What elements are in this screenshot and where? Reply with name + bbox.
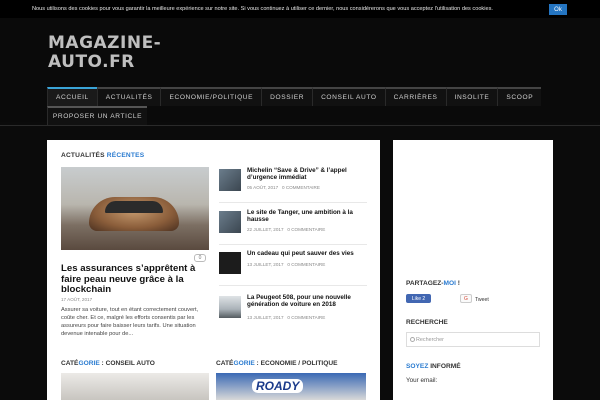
search-widget-title: RECHERCHE xyxy=(406,319,448,326)
list-item-comments[interactable]: 0 COMMENTAIRE xyxy=(287,262,325,267)
list-thumbnail[interactable] xyxy=(219,211,241,233)
nav-item-accueil[interactable]: ACCUEIL xyxy=(47,87,97,106)
list-item-title[interactable]: Un cadeau qui peut sauver des vies xyxy=(247,250,367,257)
cookie-text: Nous utilisons des cookies pour vous gar… xyxy=(32,6,493,12)
list-item-date: 05 AOÛT, 2017 xyxy=(247,185,279,190)
inform-title-part1: SOYEZ xyxy=(406,363,429,370)
category-prefix: CATÉ xyxy=(216,360,234,367)
list-item-date: 22 JUILLET, 2017 xyxy=(247,227,284,232)
sidebar: PARTAGEZ-MOI ! Like 2 G Tweet RECHERCHE … xyxy=(393,140,553,400)
section-title-part2: RÉCENTES xyxy=(104,152,145,159)
category-prefix: CATÉ xyxy=(61,360,79,367)
nav-item-conseil-auto[interactable]: CONSEIL AUTO xyxy=(312,87,385,106)
nav-item-insolite[interactable]: INSOLITE xyxy=(445,87,498,106)
list-item[interactable]: Michelin “Save & Drive” & l’appel d’urge… xyxy=(219,167,367,203)
category-image-economie[interactable]: ROADY xyxy=(216,373,366,400)
category-accent: GORIE xyxy=(78,360,100,367)
list-item-title[interactable]: La Peugeot 508, pour une nouvelle généra… xyxy=(247,294,367,308)
category-name[interactable]: : CONSEIL AUTO xyxy=(100,360,155,367)
category-accent: GORIE xyxy=(233,360,255,367)
category-name[interactable]: : ECONOMIE / POLITIQUE xyxy=(255,360,338,367)
roady-logo: ROADY xyxy=(252,379,304,393)
list-item-meta: 22 JUILLET, 2017 0 COMMENTAIRE xyxy=(247,227,325,232)
nav-row: ACCUEIL ACTUALITÉS ECONOMIE/POLITIQUE DO… xyxy=(47,87,542,106)
featured-image[interactable] xyxy=(61,167,209,250)
car-glass xyxy=(105,201,163,213)
list-item-title[interactable]: Michelin “Save & Drive” & l’appel d’urge… xyxy=(247,167,367,181)
list-item-comments[interactable]: 0 COMMENTAIRE xyxy=(287,315,325,320)
list-item-title[interactable]: Le site de Tanger, une ambition à la hau… xyxy=(247,209,367,223)
list-item-meta: 05 AOÛT, 2017 0 COMMENTAIRE xyxy=(247,185,320,190)
facebook-like-button[interactable]: Like 2 xyxy=(406,294,431,303)
nav-item-dossier[interactable]: DOSSIER xyxy=(261,87,313,106)
list-item-meta: 13 JUILLET, 2017 0 COMMENTAIRE xyxy=(247,315,325,320)
featured-date: 17 AOÛT, 2017 xyxy=(61,297,93,302)
list-item-comments[interactable]: 0 COMMENTAIRE xyxy=(282,185,320,190)
tweet-button[interactable]: Tweet xyxy=(475,297,489,303)
featured-excerpt: Assurer sa voiture, tout en étant correc… xyxy=(61,307,199,337)
category-image-conseil-auto[interactable] xyxy=(61,373,209,400)
category-title-conseil-auto: CATÉGORIE : CONSEIL AUTO xyxy=(61,360,155,367)
list-item[interactable]: Un cadeau qui peut sauver des vies 13 JU… xyxy=(219,250,367,286)
list-item-date: 13 JUILLET, 2017 xyxy=(247,315,284,320)
search-icon xyxy=(410,337,415,342)
share-title-part2: MOI xyxy=(443,280,456,287)
list-thumbnail[interactable] xyxy=(219,169,241,191)
section-title-part1: ACTUALITÉS xyxy=(61,152,105,159)
nav-item-carrieres[interactable]: CARRIÈRES xyxy=(384,87,446,106)
featured-title[interactable]: Les assurances s’apprêtent à faire peau … xyxy=(61,263,211,296)
cookie-bar: Nous utilisons des cookies pour vous gar… xyxy=(0,0,600,18)
nav-item-economie-politique[interactable]: ECONOMIE/POLITIQUE xyxy=(160,87,262,106)
nav-item-proposer-article[interactable]: PROPOSER UN ARTICLE xyxy=(47,106,147,125)
logo-line-2: AUTO.FR xyxy=(48,52,135,72)
featured-comment-badge[interactable]: 0 xyxy=(194,254,206,262)
email-label: Your email: xyxy=(406,377,438,384)
nav-item-actualites[interactable]: ACTUALITÉS xyxy=(96,87,161,106)
inform-widget-title: SOYEZ INFORMÉ xyxy=(406,363,461,370)
search-placeholder: Rechercher xyxy=(416,336,444,343)
list-item-meta: 13 JUILLET, 2017 0 COMMENTAIRE xyxy=(247,262,325,267)
list-item-date: 13 JUILLET, 2017 xyxy=(247,262,284,267)
share-title-part1: PARTAGEZ- xyxy=(406,280,444,287)
search-input[interactable]: Rechercher xyxy=(406,332,540,347)
list-item[interactable]: La Peugeot 508, pour une nouvelle généra… xyxy=(219,294,367,330)
list-thumbnail[interactable] xyxy=(219,252,241,274)
site-header: MAGAZINE- AUTO.FR ACCUEIL ACTUALITÉS ECO… xyxy=(0,18,600,126)
list-item-comments[interactable]: 0 COMMENTAIRE xyxy=(287,227,325,232)
nav-row-2: PROPOSER UN ARTICLE xyxy=(47,106,511,125)
main-nav: ACCUEIL ACTUALITÉS ECONOMIE/POLITIQUE DO… xyxy=(47,87,542,125)
list-thumbnail[interactable] xyxy=(219,296,241,318)
share-widget-title: PARTAGEZ-MOI ! xyxy=(406,280,460,287)
main-content: ACTUALITÉS RÉCENTES 0 Les assurances s’a… xyxy=(47,140,380,400)
nav-item-scoop[interactable]: SCOOP xyxy=(497,87,542,106)
site-logo[interactable]: MAGAZINE- AUTO.FR xyxy=(48,34,168,72)
cookie-ok-button[interactable]: Ok xyxy=(549,4,567,15)
google-plus-icon[interactable]: G xyxy=(460,294,472,303)
list-item[interactable]: Le site de Tanger, une ambition à la hau… xyxy=(219,209,367,245)
inform-title-part2: INFORMÉ xyxy=(428,363,461,370)
section-title-recent: ACTUALITÉS RÉCENTES xyxy=(61,152,144,159)
logo-line-1: MAGAZINE- xyxy=(48,33,162,53)
header-divider xyxy=(0,125,600,126)
category-title-economie: CATÉGORIE : ECONOMIE / POLITIQUE xyxy=(216,360,338,367)
share-title-part3: ! xyxy=(455,280,460,287)
